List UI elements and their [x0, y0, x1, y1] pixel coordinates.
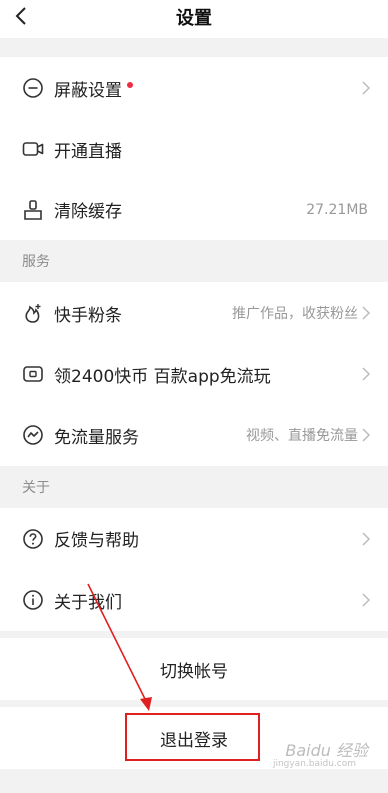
- watermark-url: jingyan.baidu.com: [272, 759, 356, 769]
- settings-page: 设置 屏蔽设置 开通直播 清除缓存 27.21MB 服务 快手粉条 推广作品，收…: [0, 0, 388, 793]
- annotation-arrow: [87, 583, 152, 711]
- watermark-logo: Baidu 经验: [285, 741, 368, 760]
